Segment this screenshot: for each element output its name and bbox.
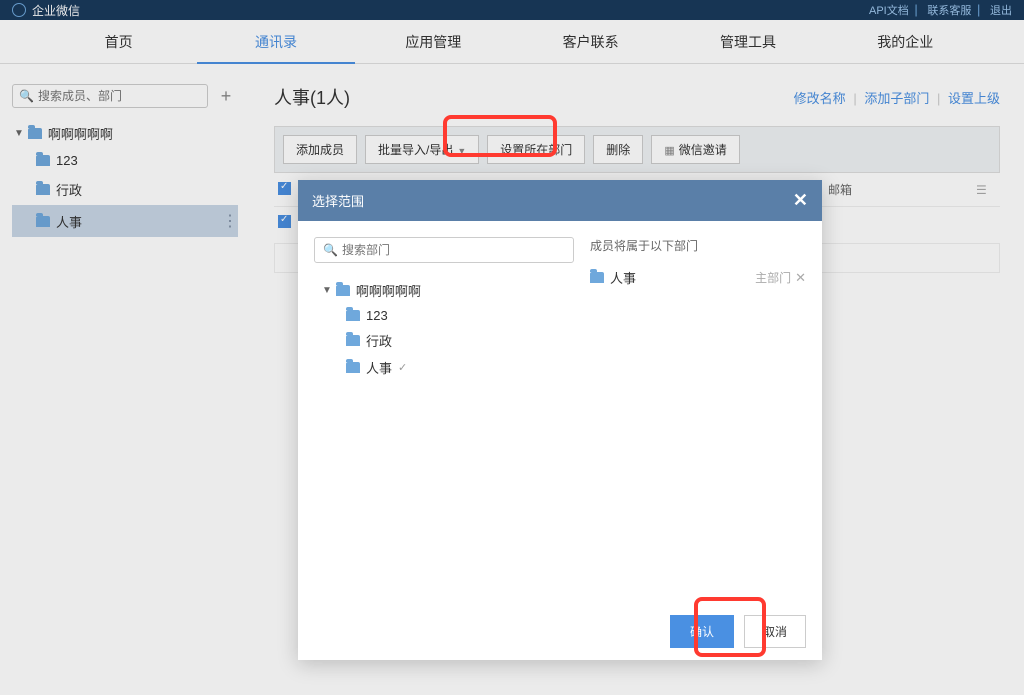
main-dept-label: 主部门	[755, 269, 791, 286]
selected-dept-label: 人事	[610, 268, 636, 287]
tree-label: 123	[366, 308, 388, 323]
modal-tree: ▼ 啊啊啊啊啊 123 行政 人事 ✓	[314, 277, 574, 381]
select-scope-modal: 选择范围 ✕ 🔍 ▼ 啊啊啊啊啊 123 行政	[298, 180, 822, 660]
tree-label: 行政	[366, 331, 392, 350]
modal-tree-root-label: 啊啊啊啊啊	[356, 281, 421, 300]
confirm-button[interactable]: 确认	[670, 615, 734, 648]
folder-icon	[346, 310, 360, 321]
modal-title: 选择范围	[312, 191, 364, 210]
folder-icon	[346, 362, 360, 373]
remove-icon[interactable]: ✕	[795, 270, 806, 286]
modal-body: 🔍 ▼ 啊啊啊啊啊 123 行政 人事	[298, 221, 822, 603]
modal-header: 选择范围 ✕	[298, 180, 822, 221]
check-icon: ✓	[398, 361, 407, 374]
modal-tree-item-123[interactable]: 123	[314, 304, 574, 327]
modal-left-panel: 🔍 ▼ 啊啊啊啊啊 123 行政 人事	[314, 237, 574, 587]
selected-depts-title: 成员将属于以下部门	[590, 237, 806, 254]
close-icon[interactable]: ✕	[793, 190, 808, 211]
search-icon: 🔍	[323, 243, 338, 257]
modal-tree-root[interactable]: ▼ 啊啊啊啊啊	[314, 277, 574, 304]
folder-icon	[336, 285, 350, 296]
modal-tree-item-admin[interactable]: 行政	[314, 327, 574, 354]
folder-icon	[590, 272, 604, 283]
folder-icon	[346, 335, 360, 346]
modal-search-box[interactable]: 🔍	[314, 237, 574, 263]
tree-label: 人事	[366, 358, 392, 377]
modal-tree-item-hr[interactable]: 人事 ✓	[314, 354, 574, 381]
selected-dept-item: 人事 主部门 ✕	[590, 264, 806, 291]
chevron-down-icon: ▼	[322, 285, 332, 296]
cancel-button[interactable]: 取消	[744, 615, 806, 648]
modal-footer: 确认 取消	[298, 603, 822, 660]
modal-search-input[interactable]	[342, 243, 565, 257]
modal-right-panel: 成员将属于以下部门 人事 主部门 ✕	[590, 237, 806, 587]
